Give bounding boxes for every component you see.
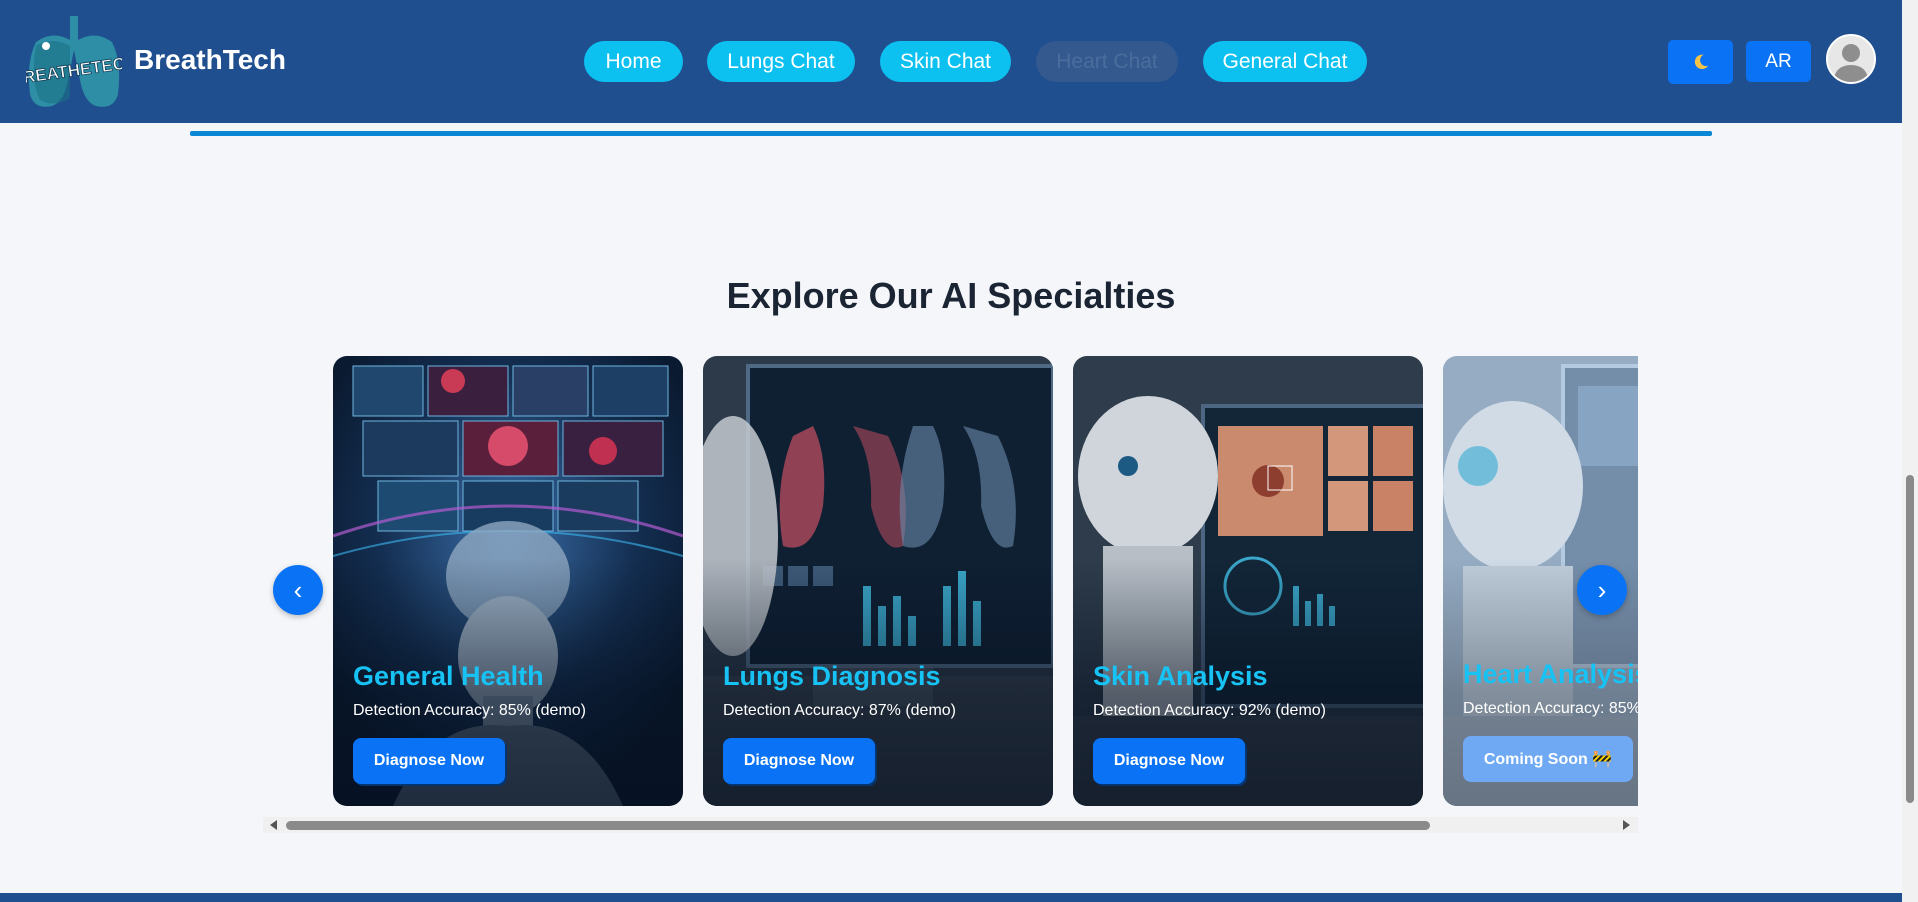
- moon-icon: [1694, 54, 1708, 70]
- card-accuracy: Detection Accuracy: 87% (demo): [723, 702, 956, 719]
- nav-heart-chat: Heart Chat: [1036, 41, 1178, 82]
- card-title: Lungs Diagnosis: [723, 661, 941, 691]
- card-title: General Health: [353, 661, 544, 691]
- card-title: Skin Analysis: [1093, 661, 1268, 691]
- scrollbar-thumb[interactable]: [286, 821, 1430, 830]
- card-accuracy: Detection Accuracy: 92% (demo): [1093, 702, 1326, 719]
- header-accent-line: [190, 131, 1712, 136]
- carousel-prev-button[interactable]: ‹: [273, 565, 323, 615]
- card-accuracy: Detection Accuracy: 85% (demo): [353, 702, 586, 719]
- carousel-scrollbar[interactable]: [263, 817, 1638, 833]
- nav-home[interactable]: Home: [584, 41, 683, 82]
- diagnose-now-button[interactable]: Diagnose Now: [723, 738, 875, 784]
- section-title: Explore Our AI Specialties: [726, 275, 1176, 316]
- specialties-carousel[interactable]: General Health Detection Accuracy: 85% (…: [333, 356, 1638, 806]
- nav-lungs-chat[interactable]: Lungs Chat: [707, 41, 855, 82]
- card-lungs-diagnosis[interactable]: Lungs Diagnosis Detection Accuracy: 87% …: [703, 356, 1053, 806]
- card-accuracy: Detection Accuracy: 85% (demo): [1463, 700, 1638, 717]
- page-scrollbar[interactable]: [1902, 0, 1918, 902]
- scroll-left-arrow-icon[interactable]: [270, 820, 277, 830]
- card-general-health[interactable]: General Health Detection Accuracy: 85% (…: [333, 356, 683, 806]
- diagnose-now-button[interactable]: Diagnose Now: [1093, 738, 1245, 784]
- carousel-next-button[interactable]: ›: [1577, 565, 1627, 615]
- nav-skin-chat[interactable]: Skin Chat: [880, 41, 1011, 82]
- diagnose-now-button[interactable]: Diagnose Now: [353, 738, 505, 784]
- brand-name[interactable]: BreathTech: [134, 44, 286, 76]
- nav-general-chat[interactable]: General Chat: [1203, 41, 1367, 82]
- theme-toggle-button[interactable]: [1668, 40, 1733, 84]
- user-avatar-icon: [1828, 36, 1874, 82]
- breathetech-logo[interactable]: BREATHETECH: [26, 10, 122, 113]
- top-navbar: BREATHETECH BreathTech Home Lungs Chat S…: [0, 0, 1902, 123]
- footer-strip: [0, 893, 1902, 902]
- scroll-right-arrow-icon[interactable]: [1623, 820, 1630, 830]
- user-avatar[interactable]: [1826, 34, 1876, 84]
- page: BREATHETECH BreathTech Home Lungs Chat S…: [0, 0, 1918, 902]
- language-toggle-button[interactable]: AR: [1746, 41, 1811, 82]
- card-title: Heart Analysis: [1463, 659, 1638, 689]
- card-skin-analysis[interactable]: Skin Analysis Detection Accuracy: 92% (d…: [1073, 356, 1423, 806]
- page-scrollbar-thumb[interactable]: [1906, 475, 1914, 803]
- coming-soon-button: Coming Soon 🚧: [1463, 736, 1633, 782]
